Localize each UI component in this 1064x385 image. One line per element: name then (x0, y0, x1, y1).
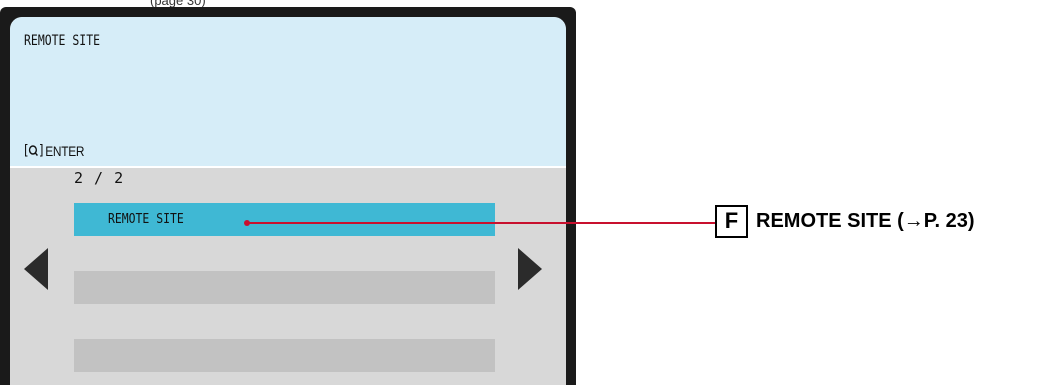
arrow-left-icon[interactable] (24, 248, 48, 290)
list-item-empty[interactable] (74, 339, 495, 372)
page-counter: 2 / 2 (74, 169, 125, 187)
hint-label: ENTER (45, 143, 85, 159)
info-panel: REMOTE SITE [ ] ENTER (10, 17, 566, 168)
callout-line (248, 222, 715, 224)
screen-title: REMOTE SITE (24, 33, 101, 49)
hint-close-bracket: ] (38, 143, 44, 159)
device-screen: REMOTE SITE [ ] ENTER (10, 17, 566, 385)
zoom-key-icon (29, 144, 39, 158)
callout-badge: F (715, 205, 748, 238)
device-bezel: REMOTE SITE [ ] ENTER 2 / 2 REMOTE SITE (0, 7, 576, 385)
manual-figure: (page 30) REMOTE SITE [ ] ENTER 2 / 2 RE… (0, 0, 1064, 385)
arrow-right-icon[interactable] (518, 248, 542, 290)
enter-hint: [ ] ENTER (24, 143, 85, 159)
callout-text: REMOTE SITE (→P. 23) (756, 210, 975, 232)
list-item-empty[interactable] (74, 271, 495, 304)
list-item-label: REMOTE SITE (108, 212, 184, 227)
list-item-remote-site[interactable]: REMOTE SITE (74, 203, 495, 236)
